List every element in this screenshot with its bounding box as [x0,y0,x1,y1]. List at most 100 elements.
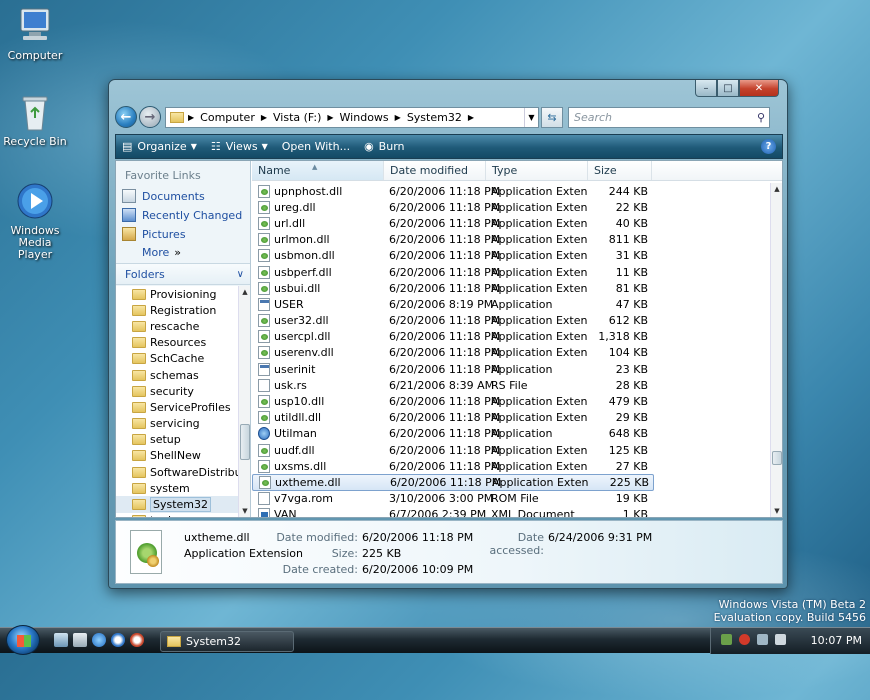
scroll-down-icon[interactable]: ▼ [771,505,783,517]
address-bar[interactable]: ▶ Computer ▶ Vista (F:) ▶ Windows ▶ Syst… [165,106,539,128]
desktop-icon-recycle-bin[interactable]: Recycle Bin [0,92,70,148]
folder-tree-item[interactable]: system [116,480,238,496]
burn-button[interactable]: ◉ Burn [364,140,404,153]
address-dropdown-icon[interactable]: ▼ [524,107,538,127]
file-row[interactable]: urlmon.dll 6/20/2006 11:18 PM Application … [252,232,770,248]
breadcrumb-computer[interactable]: Computer [200,111,255,124]
column-header-date[interactable]: Date modified [384,161,486,180]
folder-tree-item[interactable]: setup [116,432,238,448]
folder-tree-item[interactable]: tapi [116,513,238,517]
breadcrumb-vista-drive[interactable]: Vista (F:) [273,111,321,124]
search-input[interactable]: Search ⚲ [568,106,770,128]
file-size: 40 KB [615,216,648,230]
folder-tree-item[interactable]: SoftwareDistributio [116,464,238,480]
breadcrumb-separator-icon: ▶ [467,112,474,122]
file-row[interactable]: USER 6/20/2006 8:19 PM Application 47 KB [252,296,770,312]
folder-tree-item[interactable]: schemas [116,367,238,383]
maximize-button[interactable]: □ [717,80,739,97]
file-row[interactable]: v7vga.rom 3/10/2006 3:00 PM ROM File 19 KB [252,491,770,507]
file-row[interactable]: VAN 6/7/2006 2:39 PM XML Document 1 KB [252,507,770,517]
file-row[interactable]: usk.rs 6/21/2006 8:39 AM RS File 28 KB [252,377,770,393]
volume-icon[interactable] [775,634,786,645]
file-size: 47 KB [615,297,648,311]
favorite-link-label: Pictures [142,227,186,241]
start-button[interactable] [6,625,40,655]
folder-tree-item[interactable]: Registration [116,302,238,318]
file-row[interactable]: usbperf.dll 6/20/2006 11:18 PM Application… [252,264,770,280]
file-type: Application Extens... [491,265,588,279]
file-row[interactable]: usbui.dll 6/20/2006 11:18 PM Application E… [252,280,770,296]
internet-explorer-icon[interactable] [92,633,106,647]
show-desktop-icon[interactable] [54,633,68,647]
security-alert-icon[interactable] [739,634,750,645]
minimize-button[interactable]: – [695,80,717,97]
file-name: usbmon.dll [274,249,335,263]
file-row[interactable]: uudf.dll 6/20/2006 11:18 PM Application Ex… [252,442,770,458]
file-row[interactable]: url.dll 6/20/2006 11:18 PM Application Ext… [252,215,770,231]
tray-app-icon[interactable] [757,634,768,645]
open-with-button[interactable]: Open With... [282,140,350,153]
file-row[interactable]: usp10.dll 6/20/2006 11:18 PM Application E… [252,393,770,409]
scrollbar-thumb[interactable] [240,424,250,460]
folder-tree-item[interactable]: Provisioning [116,286,238,302]
folder-tree-item[interactable]: Resources [116,335,238,351]
file-size: 1 KB [622,508,648,517]
folder-tree-item[interactable]: servicing [116,416,238,432]
network-icon[interactable] [721,634,732,645]
folder-tree-item[interactable]: ShellNew [116,448,238,464]
switch-windows-icon[interactable] [73,633,87,647]
file-row[interactable]: ureg.dll 6/20/2006 11:18 PM Application Ex… [252,199,770,215]
file-row[interactable]: usercpl.dll 6/20/2006 11:18 PM Application… [252,329,770,345]
media-player-quicklaunch-icon[interactable] [111,633,125,647]
close-button[interactable]: ✕ [739,80,779,97]
file-type: Application Extens... [491,233,588,247]
folder-tree-item[interactable]: ServiceProfiles [116,399,238,415]
file-date: 6/21/2006 8:39 AM [389,378,495,392]
file-row[interactable]: userenv.dll 6/20/2006 11:18 PM Application… [252,345,770,361]
folder-tree-item[interactable]: SchCache [116,351,238,367]
file-row[interactable]: utildll.dll 6/20/2006 11:18 PM Application… [252,410,770,426]
folder-tree-item[interactable]: security [116,383,238,399]
file-row[interactable]: user32.dll 6/20/2006 11:18 PM Application … [252,313,770,329]
favorite-link-pictures[interactable]: Pictures [122,227,186,241]
breadcrumb-system32[interactable]: System32 [407,111,462,124]
watermark-line-2: Evaluation copy. Build 5456 [713,611,866,624]
file-row[interactable]: userinit 6/20/2006 11:18 PM Application 23 … [252,361,770,377]
quicklaunch-app-icon[interactable] [130,633,144,647]
generic-file-icon [258,378,270,392]
column-header-type[interactable]: Type [486,161,588,180]
organize-button[interactable]: ▤ Organize ▼ [122,140,197,153]
forward-button[interactable]: → [139,106,161,128]
file-list-scrollbar[interactable]: ▲ ▼ [770,183,782,517]
scrollbar-thumb[interactable] [772,451,782,465]
favorite-link-recently-changed[interactable]: Recently Changed [122,208,242,222]
folder-tree-item[interactable]: System32 [116,496,238,513]
taskbar-button-system32[interactable]: System32 [160,631,294,652]
folder-tree-scrollbar[interactable]: ▲ ▼ [238,286,250,517]
file-row[interactable]: uxsms.dll 6/20/2006 11:18 PM Application E… [252,458,770,474]
file-type: Application Extens... [491,411,588,425]
file-row[interactable]: upnphost.dll 6/20/2006 11:18 PM Applicatio… [252,183,770,199]
scroll-up-icon[interactable]: ▲ [771,183,783,195]
help-button[interactable]: ? [761,139,776,154]
desktop-icon-media-player[interactable]: Windows Media Player [0,181,70,261]
favorite-link-documents[interactable]: Documents [122,189,205,203]
chevron-down-icon: ∨ [236,268,244,280]
search-icon[interactable]: ⚲ [757,111,765,124]
desktop-icon-computer[interactable]: Computer [0,6,70,62]
clock[interactable]: 10:07 PM [811,634,862,647]
views-button[interactable]: ☷ Views ▼ [211,140,268,153]
refresh-button[interactable]: ⇆ [541,106,563,128]
column-header-size[interactable]: Size [588,161,652,180]
file-row[interactable]: usbmon.dll 6/20/2006 11:18 PM Application … [252,248,770,264]
file-row[interactable]: uxtheme.dll 6/20/2006 11:18 PM Application… [252,474,770,491]
scroll-up-icon[interactable]: ▲ [239,286,251,298]
more-links[interactable]: More » [142,246,181,259]
folders-header[interactable]: Folders ∨ [116,263,250,285]
back-button[interactable]: ← [115,106,137,128]
scroll-down-icon[interactable]: ▼ [239,505,251,517]
file-row[interactable]: Utilman 6/20/2006 11:18 PM Application 648 … [252,426,770,442]
folder-tree-item[interactable]: rescache [116,318,238,334]
column-header-name[interactable]: Name ▲ [252,161,384,180]
breadcrumb-windows[interactable]: Windows [340,111,389,124]
